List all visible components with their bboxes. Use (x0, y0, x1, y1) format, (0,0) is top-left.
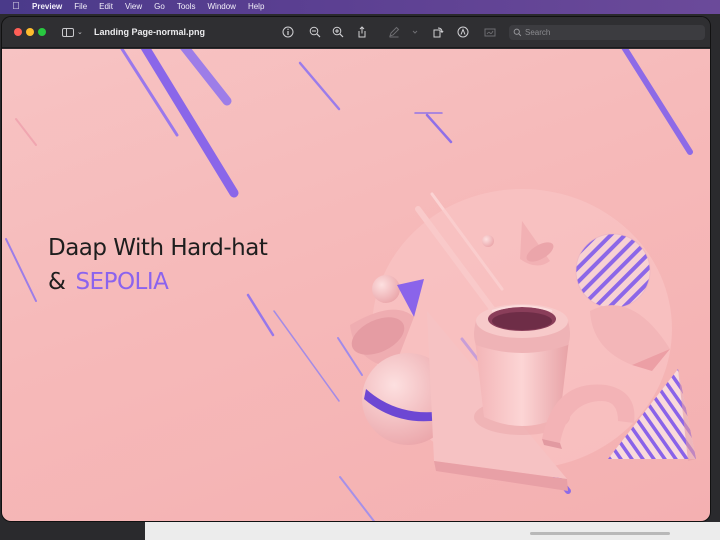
preview-window: ⌄ Landing Page-normal.png (2, 17, 710, 521)
info-button[interactable] (281, 25, 295, 39)
zoom-in-button[interactable] (331, 25, 345, 39)
search-field[interactable] (509, 25, 705, 40)
hero-ampersand: & (48, 269, 65, 295)
menu-tools[interactable]: Tools (177, 0, 196, 14)
pen-icon (388, 26, 400, 38)
sidebar-toggle-button[interactable]: ⌄ (62, 26, 88, 39)
document-title: Landing Page-normal.png (94, 26, 205, 39)
background-scrollbar (530, 532, 670, 535)
markup-toolbar-button[interactable] (456, 25, 470, 39)
markup-menu-button[interactable] (408, 25, 422, 39)
menu-view[interactable]: View (125, 0, 142, 14)
image-canvas: Daap With Hard-hat &SEPOLIA (2, 49, 710, 521)
hero-subtitle: &SEPOLIA (48, 269, 168, 295)
hero-title: Daap With Hard-hat (48, 235, 267, 261)
window-toolbar: ⌄ Landing Page-normal.png (2, 17, 710, 48)
background-window-edge (145, 522, 720, 540)
chevron-down-icon: ⌄ (77, 28, 83, 37)
hero-accent-text: SEPOLIA (75, 269, 168, 295)
menu-app-name[interactable]: Preview (32, 0, 62, 14)
menu-file[interactable]: File (74, 0, 87, 14)
share-icon (356, 26, 368, 38)
fullscreen-window-button[interactable] (38, 28, 46, 36)
apple-menu-icon[interactable]:  (10, 1, 22, 13)
search-icon (513, 28, 522, 37)
markup-icon (457, 26, 469, 38)
info-icon (282, 26, 294, 38)
sidebar-icon (62, 28, 74, 37)
menu-window[interactable]: Window (208, 0, 236, 14)
menu-go[interactable]: Go (154, 0, 165, 14)
signature-icon (484, 26, 496, 38)
close-window-button[interactable] (14, 28, 22, 36)
zoom-out-button[interactable] (308, 25, 322, 39)
menu-edit[interactable]: Edit (99, 0, 113, 14)
share-button[interactable] (355, 25, 369, 39)
chevron-down-icon (409, 26, 421, 38)
rotate-icon (432, 26, 444, 38)
search-input[interactable] (525, 28, 695, 37)
zoom-out-icon (309, 26, 321, 38)
menu-help[interactable]: Help (248, 0, 264, 14)
zoom-in-icon (332, 26, 344, 38)
rotate-button[interactable] (431, 25, 445, 39)
signature-button[interactable] (483, 25, 497, 39)
menu-bar:  Preview File Edit View Go Tools Window… (0, 0, 720, 14)
minimize-window-button[interactable] (26, 28, 34, 36)
markup-pen-button[interactable] (387, 25, 401, 39)
